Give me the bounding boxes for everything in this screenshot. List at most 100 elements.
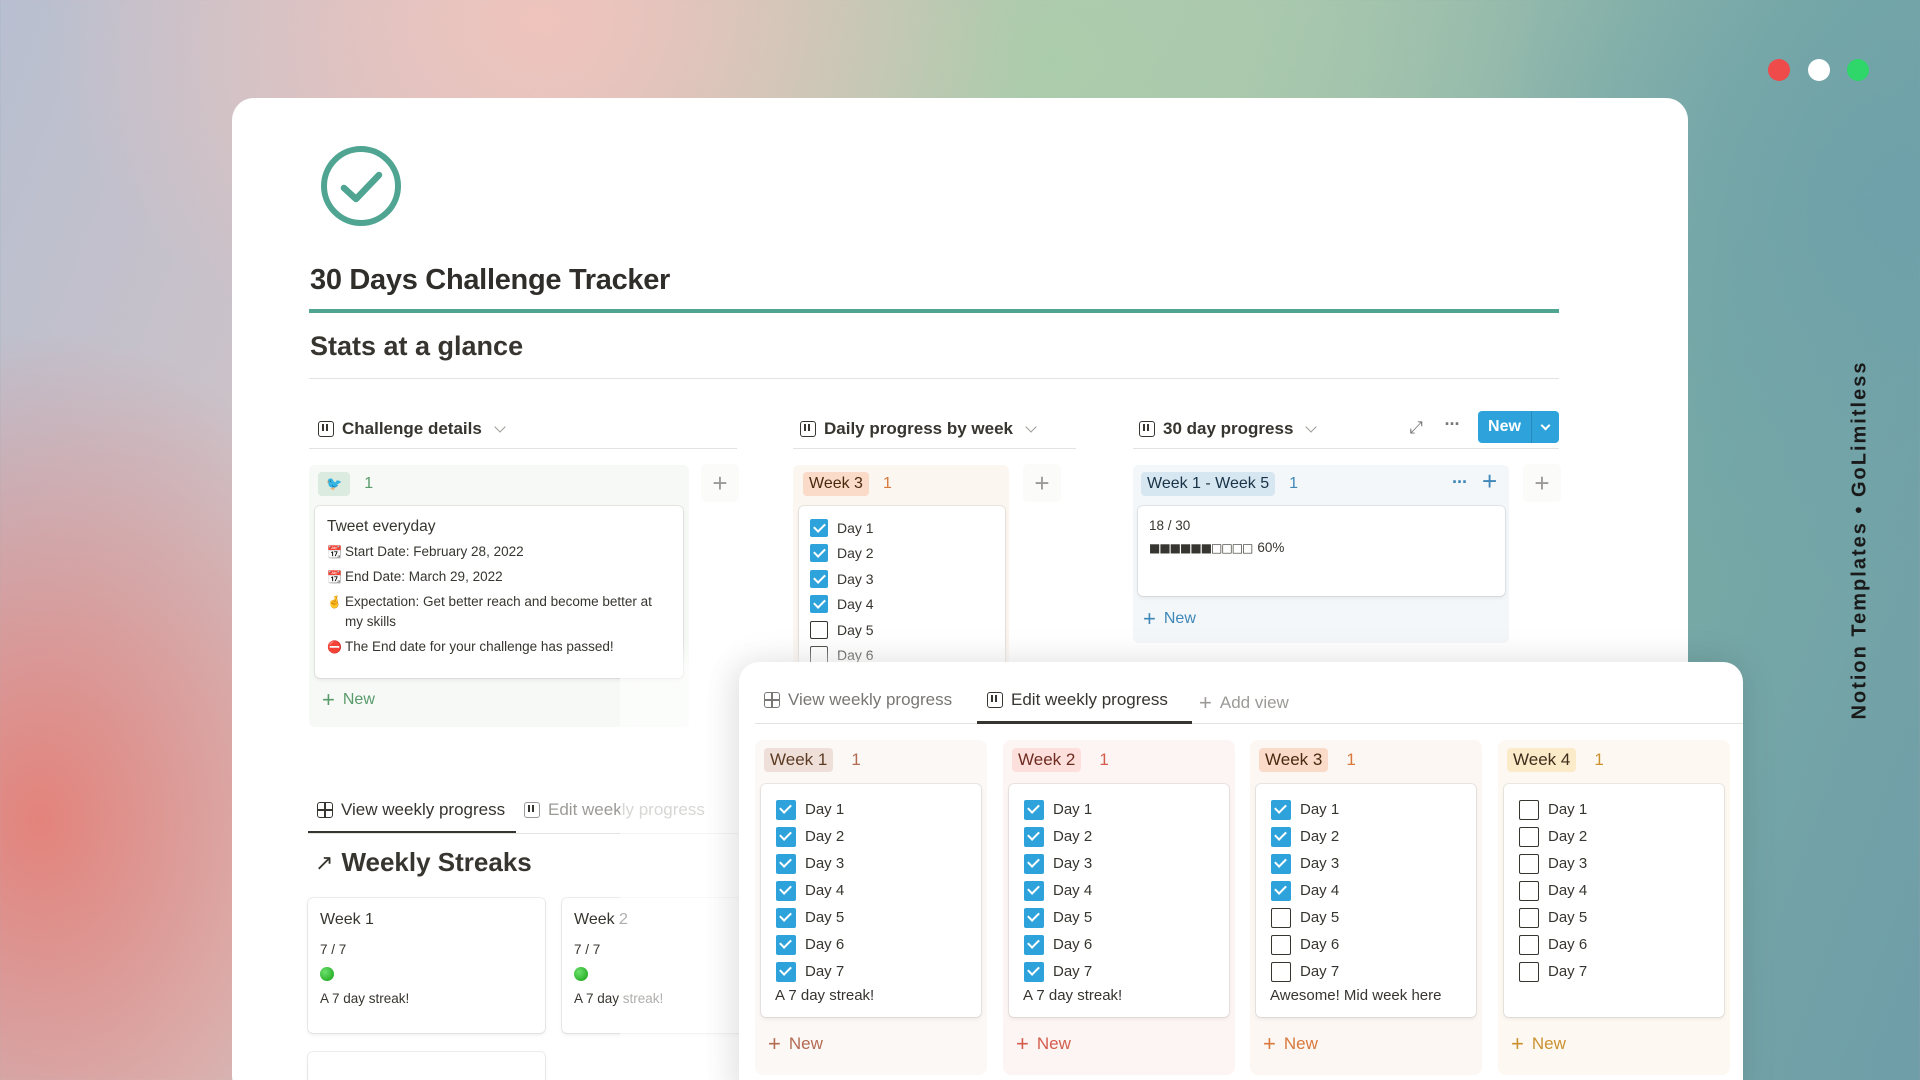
- add-new-card-button[interactable]: + New: [1143, 608, 1196, 630]
- checkbox-checked[interactable]: [1024, 799, 1044, 820]
- new-button-label[interactable]: New: [1478, 411, 1532, 443]
- day-checkbox-row[interactable]: Day 2: [810, 541, 1005, 567]
- checkbox-unchecked[interactable]: [810, 620, 828, 639]
- checkbox-checked[interactable]: [1271, 826, 1291, 847]
- day-checkbox-row[interactable]: Day 4: [1024, 877, 1229, 904]
- checkbox-unchecked[interactable]: [1519, 880, 1539, 901]
- checkbox-checked[interactable]: [1024, 853, 1044, 874]
- day-checkbox-row[interactable]: Day 4: [776, 877, 981, 904]
- checkbox-unchecked[interactable]: [1519, 961, 1539, 982]
- new-button[interactable]: New: [1478, 411, 1559, 443]
- week-card[interactable]: Day 1 Day 2 Day 3 Day 4 Day 5 Day 6 Day 7 A 7 d…: [1009, 784, 1229, 1017]
- add-new-card-button[interactable]: + New: [322, 689, 375, 711]
- group-add-icon[interactable]: +: [1482, 466, 1497, 497]
- checkbox-checked[interactable]: [1024, 880, 1044, 901]
- popup-tab-view-weekly-progress[interactable]: View weekly progress: [764, 690, 952, 710]
- window-maximize-button[interactable]: [1847, 59, 1869, 81]
- day-checkbox-row[interactable]: Day 2: [1271, 823, 1476, 850]
- add-view-button[interactable]: + Add view: [1199, 690, 1289, 716]
- day-checkbox-row[interactable]: Day 3: [776, 850, 981, 877]
- add-group-button[interactable]: +: [1523, 464, 1561, 502]
- day-checkbox-row[interactable]: Day 6: [776, 931, 981, 958]
- day-checkbox-row[interactable]: Day 5: [1271, 904, 1476, 931]
- progress-card[interactable]: 18 / 30 ■■■■■■□□□□ 60%: [1138, 506, 1505, 596]
- day-checkbox-row[interactable]: Day 4: [1519, 877, 1724, 904]
- checkbox-unchecked[interactable]: [1271, 934, 1291, 955]
- more-options-icon[interactable]: ···: [1440, 414, 1464, 434]
- day-checkbox-row[interactable]: Day 5: [810, 617, 1005, 643]
- day-checkbox-row[interactable]: Day 7: [1271, 958, 1476, 985]
- checkbox-unchecked[interactable]: [1519, 826, 1539, 847]
- add-new-card-button[interactable]: + New: [768, 1033, 823, 1055]
- day-checkbox-row[interactable]: Day 3: [810, 566, 1005, 592]
- day-checkbox-row[interactable]: Day 1: [1519, 796, 1724, 823]
- checkbox-unchecked[interactable]: [1519, 853, 1539, 874]
- day-checkbox-row[interactable]: Day 4: [810, 592, 1005, 618]
- day-checkbox-row[interactable]: Day 4: [1271, 877, 1476, 904]
- group-more-icon[interactable]: ···: [1452, 472, 1468, 493]
- week-card[interactable]: Day 1 Day 2 Day 3 Day 4 Day 5 Day 6 Day 7 A 7 d…: [761, 784, 981, 1017]
- day-checkbox-row[interactable]: Day 3: [1024, 850, 1229, 877]
- window-close-button[interactable]: [1768, 59, 1790, 81]
- checkbox-unchecked[interactable]: [1519, 907, 1539, 928]
- checkbox-checked[interactable]: [776, 880, 796, 901]
- week-card[interactable]: Day 1 Day 2 Day 3 Day 4 Day 5 Day 6 Day 7: [1504, 784, 1724, 1017]
- checkbox-checked[interactable]: [776, 907, 796, 928]
- day-checkbox-row[interactable]: Day 1: [810, 515, 1005, 541]
- checkbox-checked[interactable]: [810, 569, 828, 588]
- day-checkbox-row[interactable]: Day 5: [1519, 904, 1724, 931]
- day-checkbox-row[interactable]: Day 5: [776, 904, 981, 931]
- checkbox-checked[interactable]: [776, 961, 796, 982]
- checkbox-checked[interactable]: [1024, 907, 1044, 928]
- popup-tab-edit-weekly-progress[interactable]: Edit weekly progress: [987, 690, 1168, 710]
- add-group-button[interactable]: +: [1023, 464, 1061, 502]
- checkbox-checked[interactable]: [776, 853, 796, 874]
- checkbox-unchecked[interactable]: [1271, 907, 1291, 928]
- board-title-30-day-progress[interactable]: 30 day progress: [1139, 416, 1318, 442]
- day-checkbox-row[interactable]: Day 3: [1519, 850, 1724, 877]
- checkbox-checked[interactable]: [1271, 799, 1291, 820]
- window-minimize-button[interactable]: [1808, 59, 1830, 81]
- checkbox-unchecked[interactable]: [1519, 934, 1539, 955]
- checkbox-checked[interactable]: [1024, 826, 1044, 847]
- day-checkbox-row[interactable]: Day 6: [1271, 931, 1476, 958]
- checkbox-checked[interactable]: [776, 934, 796, 955]
- checkbox-unchecked[interactable]: [1271, 961, 1291, 982]
- new-button-dropdown[interactable]: [1532, 411, 1559, 443]
- day-checkbox-row[interactable]: Day 7: [776, 958, 981, 985]
- day-checkbox-row[interactable]: Day 1: [1024, 796, 1229, 823]
- day-checkbox-row[interactable]: Day 2: [1024, 823, 1229, 850]
- day-checkbox-row[interactable]: Day 1: [776, 796, 981, 823]
- day-checkbox-row[interactable]: Day 7: [1519, 958, 1724, 985]
- board-title-challenge-details[interactable]: Challenge details: [318, 416, 506, 442]
- checkbox-checked[interactable]: [1271, 853, 1291, 874]
- add-new-card-button[interactable]: + New: [1511, 1033, 1566, 1055]
- checkbox-checked[interactable]: [810, 595, 828, 614]
- add-group-button[interactable]: +: [701, 464, 739, 502]
- checkbox-checked[interactable]: [1271, 880, 1291, 901]
- streak-card-week-1[interactable]: Week 1 7 / 7 A 7 day streak!: [308, 898, 545, 1033]
- day-checkbox-row[interactable]: Day 6: [1024, 931, 1229, 958]
- checkbox-checked[interactable]: [776, 799, 796, 820]
- streak-card-partial[interactable]: [308, 1052, 545, 1080]
- checkbox-checked[interactable]: [1024, 961, 1044, 982]
- board-title-daily-progress[interactable]: Daily progress by week: [800, 416, 1037, 442]
- checkbox-unchecked[interactable]: [1519, 799, 1539, 820]
- day-checkbox-row[interactable]: Day 7: [1024, 958, 1229, 985]
- add-new-card-button[interactable]: + New: [1016, 1031, 1071, 1056]
- day-checkbox-row[interactable]: Day 1: [1271, 796, 1476, 823]
- checkbox-checked[interactable]: [776, 826, 796, 847]
- add-new-card-button[interactable]: + New: [1263, 1033, 1318, 1055]
- expand-icon[interactable]: ⤢: [1406, 418, 1426, 438]
- checkbox-checked[interactable]: [810, 544, 828, 563]
- week-card[interactable]: Day 1 Day 2 Day 3 Day 4 Day 5 Day 6 Day 7 Aweso…: [1256, 784, 1476, 1017]
- tab-view-weekly-progress[interactable]: View weekly progress: [317, 800, 505, 820]
- day-checkbox-row[interactable]: Day 2: [776, 823, 981, 850]
- day-checkbox-row[interactable]: Day 2: [1519, 823, 1724, 850]
- checkbox-checked[interactable]: [1024, 934, 1044, 955]
- day-checkbox-row[interactable]: Day 6: [1519, 931, 1724, 958]
- day-checkbox-row[interactable]: Day 3: [1271, 850, 1476, 877]
- checkbox-checked[interactable]: [810, 518, 828, 537]
- day-checkbox-row[interactable]: Day 5: [1024, 904, 1229, 931]
- plus-icon: +: [1016, 1031, 1029, 1056]
